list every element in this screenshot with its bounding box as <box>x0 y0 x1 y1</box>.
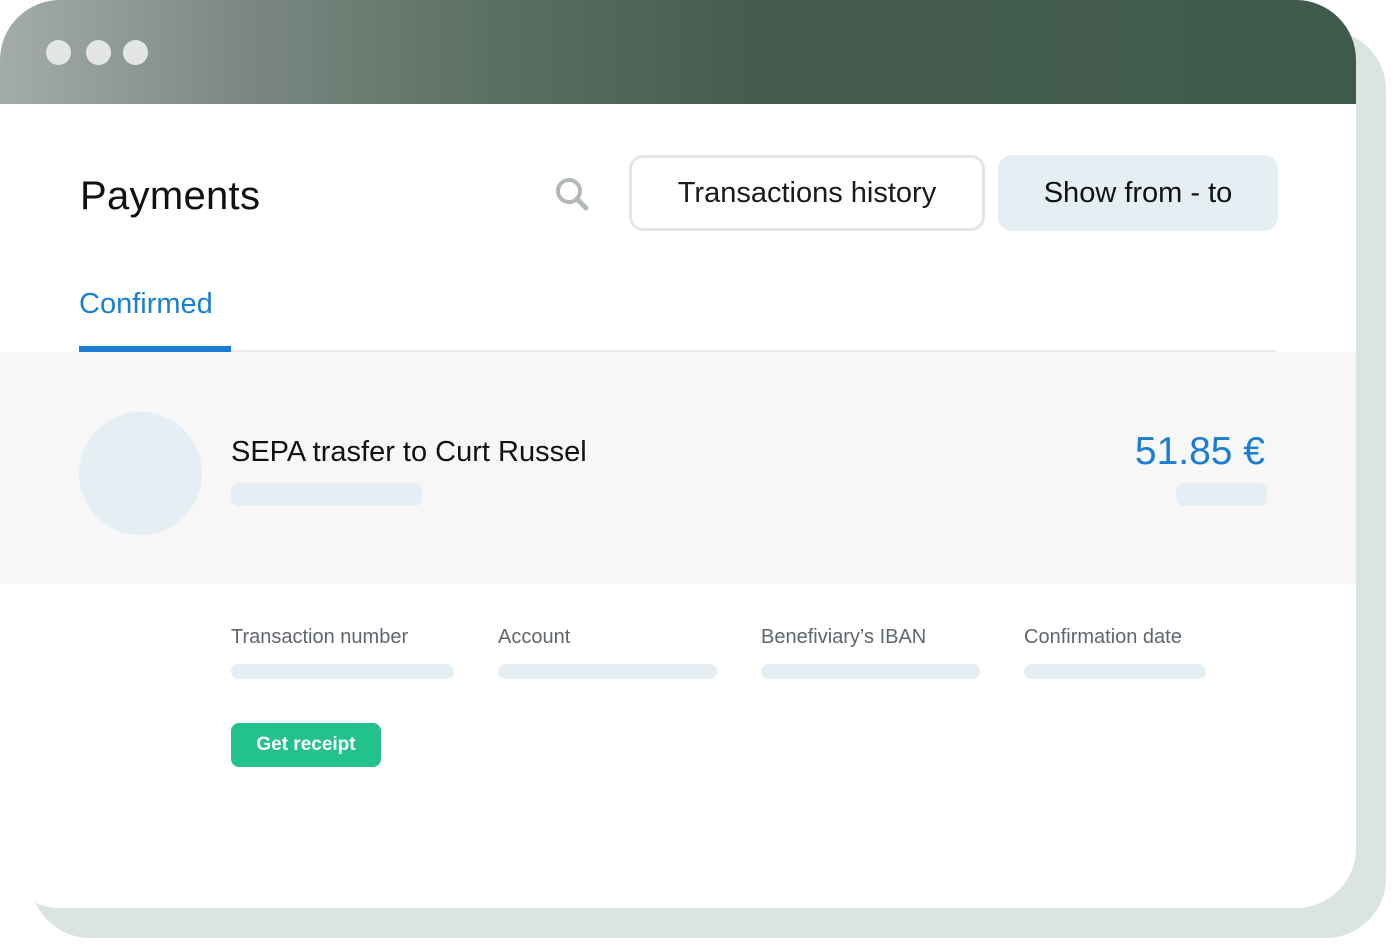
window-dot-1[interactable] <box>46 40 71 65</box>
confirmation-date-placeholder <box>1024 664 1206 679</box>
page-title: Payments <box>80 174 261 218</box>
account-label: Account <box>498 626 571 648</box>
payment-row[interactable]: SEPA trasfer to Curt Russel 51.85 € <box>0 352 1356 584</box>
beneficiary-iban-placeholder <box>761 664 980 679</box>
window-titlebar <box>0 0 1356 104</box>
app-stage: Payments Transactions history Show from … <box>0 0 1392 944</box>
get-receipt-button[interactable]: Get receipt <box>231 723 381 767</box>
window-dot-2[interactable] <box>86 40 111 65</box>
transaction-number-placeholder <box>231 664 454 679</box>
confirmation-date-label: Confirmation date <box>1024 626 1182 648</box>
payment-amount: 51.85 € <box>1134 430 1265 473</box>
transaction-number-label: Transaction number <box>231 626 409 648</box>
payment-title: SEPA trasfer to Curt Russel <box>231 436 587 468</box>
search-icon <box>556 178 589 211</box>
transactions-history-button[interactable]: Transactions history <box>629 155 985 231</box>
avatar <box>79 412 202 535</box>
window-dot-3[interactable] <box>123 40 148 65</box>
tab-confirmed[interactable]: Confirmed <box>79 288 213 321</box>
beneficiary-iban-label: Benefiviary’s IBAN <box>761 626 927 648</box>
app-window: Payments Transactions history Show from … <box>0 0 1356 908</box>
payment-subtitle-placeholder <box>231 483 422 506</box>
account-placeholder <box>498 664 717 679</box>
amount-subtitle-placeholder <box>1176 483 1267 506</box>
show-from-to-button[interactable]: Show from - to <box>998 155 1278 231</box>
search-button[interactable] <box>552 174 592 214</box>
